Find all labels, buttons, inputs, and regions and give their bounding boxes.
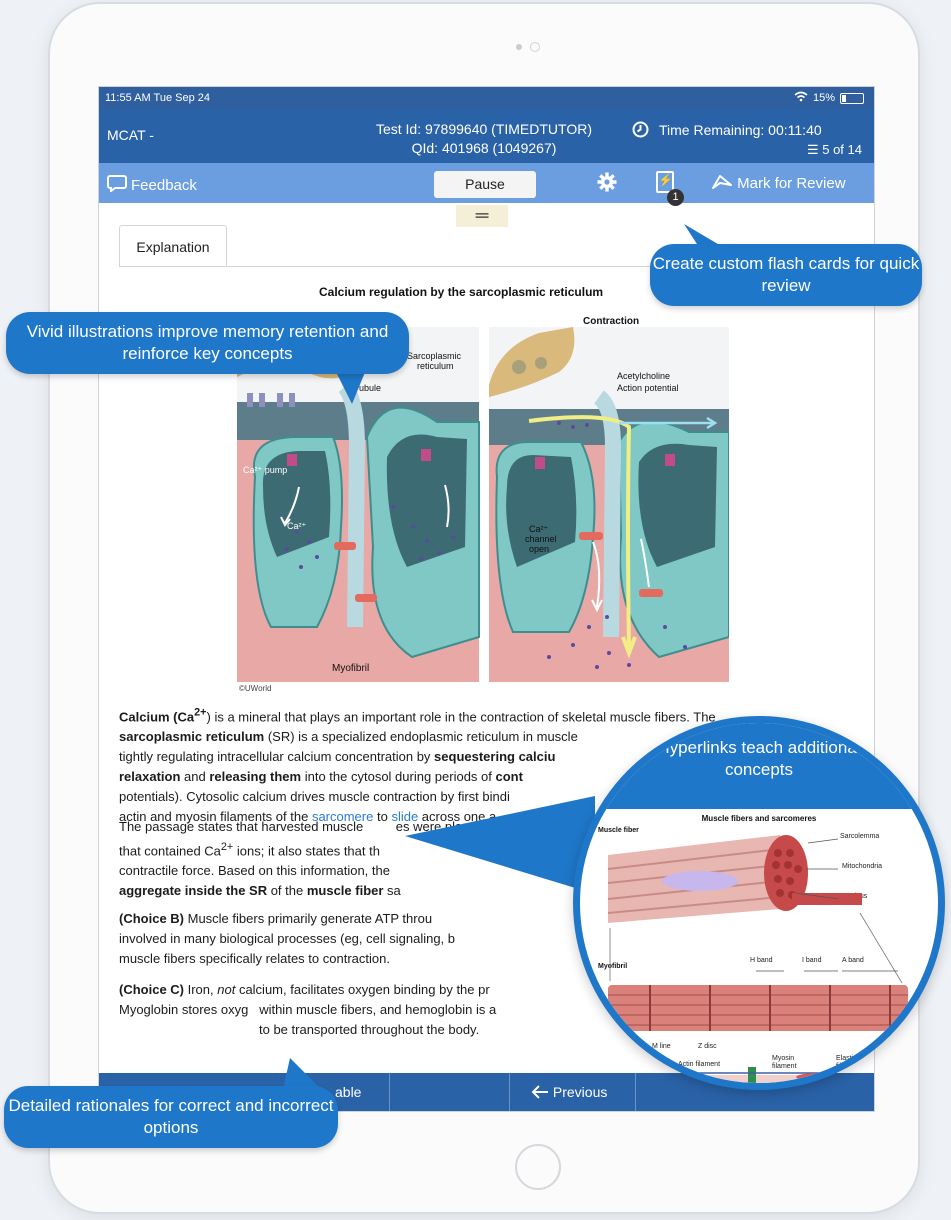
question-counter: ☰ 5 of 14 xyxy=(807,142,862,158)
svg-text:Ca²⁺: Ca²⁺ xyxy=(287,521,307,531)
test-header: MCAT - Test Id: 97899640 (TIMEDTUTOR) QI… xyxy=(99,109,874,163)
status-bar: 11:55 AM Tue Sep 24 15% xyxy=(99,87,874,109)
callout-illustrations: Vivid illustrations improve memory reten… xyxy=(6,312,409,374)
pause-button[interactable]: Pause xyxy=(434,171,536,198)
svg-text:Sarcoplasmic: Sarcoplasmic xyxy=(407,351,462,361)
arrow-left-icon xyxy=(531,1084,553,1100)
mark-for-review-label: Mark for Review xyxy=(737,175,846,192)
toolbar: Feedback Pause ⚡ 1 Mark for Review xyxy=(99,163,874,206)
svg-text:Ca²⁺ pump: Ca²⁺ pump xyxy=(243,465,287,475)
svg-text:Acetylcholine: Acetylcholine xyxy=(617,371,670,381)
hyperlink-preview-zoom: Hyperlinks teach additional concepts Mus… xyxy=(573,716,945,1090)
svg-text:Myofibril: Myofibril xyxy=(332,663,369,674)
svg-text:reticulum: reticulum xyxy=(417,361,454,371)
flashcard-count-badge: 1 xyxy=(667,189,684,206)
question-counter-label: 5 of 14 xyxy=(822,142,862,157)
collapse-handle[interactable]: ═ xyxy=(456,205,508,227)
copyright-note: ©UWorld xyxy=(239,684,272,693)
previous-button[interactable]: Previous xyxy=(531,1084,607,1100)
flag-icon xyxy=(711,175,737,192)
svg-text:channel: channel xyxy=(525,534,557,544)
gear-icon[interactable] xyxy=(596,171,618,199)
test-id: Test Id: 97899640 (TIMEDTUTOR) xyxy=(375,121,593,137)
battery-icon xyxy=(840,92,864,104)
test-identifiers: Test Id: 97899640 (TIMEDTUTOR) QId: 4019… xyxy=(354,120,614,158)
battery-percent: 15% xyxy=(812,92,835,104)
svg-text:open: open xyxy=(529,544,549,554)
question-list-icon: ☰ xyxy=(806,142,819,157)
tab-explanation[interactable]: Explanation xyxy=(119,225,227,267)
svg-text:Ca²⁺: Ca²⁺ xyxy=(529,524,549,534)
figure-panel-title: Contraction xyxy=(583,316,640,327)
mark-for-review-button[interactable]: Mark for Review xyxy=(711,174,846,192)
callout-rationales: Detailed rationales for correct and inco… xyxy=(4,1086,338,1148)
home-button[interactable] xyxy=(515,1144,561,1190)
nav-divider xyxy=(389,1073,390,1111)
speech-bubble-icon xyxy=(107,174,127,196)
time-remaining: Time Remaining: 00:11:40 xyxy=(659,122,822,138)
lab-values-button[interactable]: able xyxy=(335,1084,361,1100)
figure-title: Calcium regulation by the sarcoplasmic r… xyxy=(319,285,604,299)
wifi-icon xyxy=(794,91,808,105)
camera-lens xyxy=(530,42,540,52)
nav-divider xyxy=(509,1073,510,1111)
camera-dot xyxy=(516,44,522,50)
question-id: QId: 401968 (1049267) xyxy=(411,140,557,156)
app-title: MCAT - xyxy=(107,127,154,143)
muscle-fiber-illustration xyxy=(596,835,936,1083)
svg-text:Action potential: Action potential xyxy=(617,383,679,393)
status-time: 11:55 AM Tue Sep 24 xyxy=(105,92,210,104)
contraction-panel: Acetylcholine Action potential Ca²⁺ chan… xyxy=(489,327,729,682)
feedback-label: Feedback xyxy=(131,176,197,194)
callout-flashcards: Create custom flash cards for quick revi… xyxy=(650,244,922,306)
feedback-button[interactable]: Feedback xyxy=(107,174,197,196)
figure-illustration: Sarcoplasmic reticulum ubule Ca²⁺ pump C… xyxy=(237,327,729,682)
previous-label: Previous xyxy=(552,1084,608,1100)
clock-icon xyxy=(632,121,649,143)
